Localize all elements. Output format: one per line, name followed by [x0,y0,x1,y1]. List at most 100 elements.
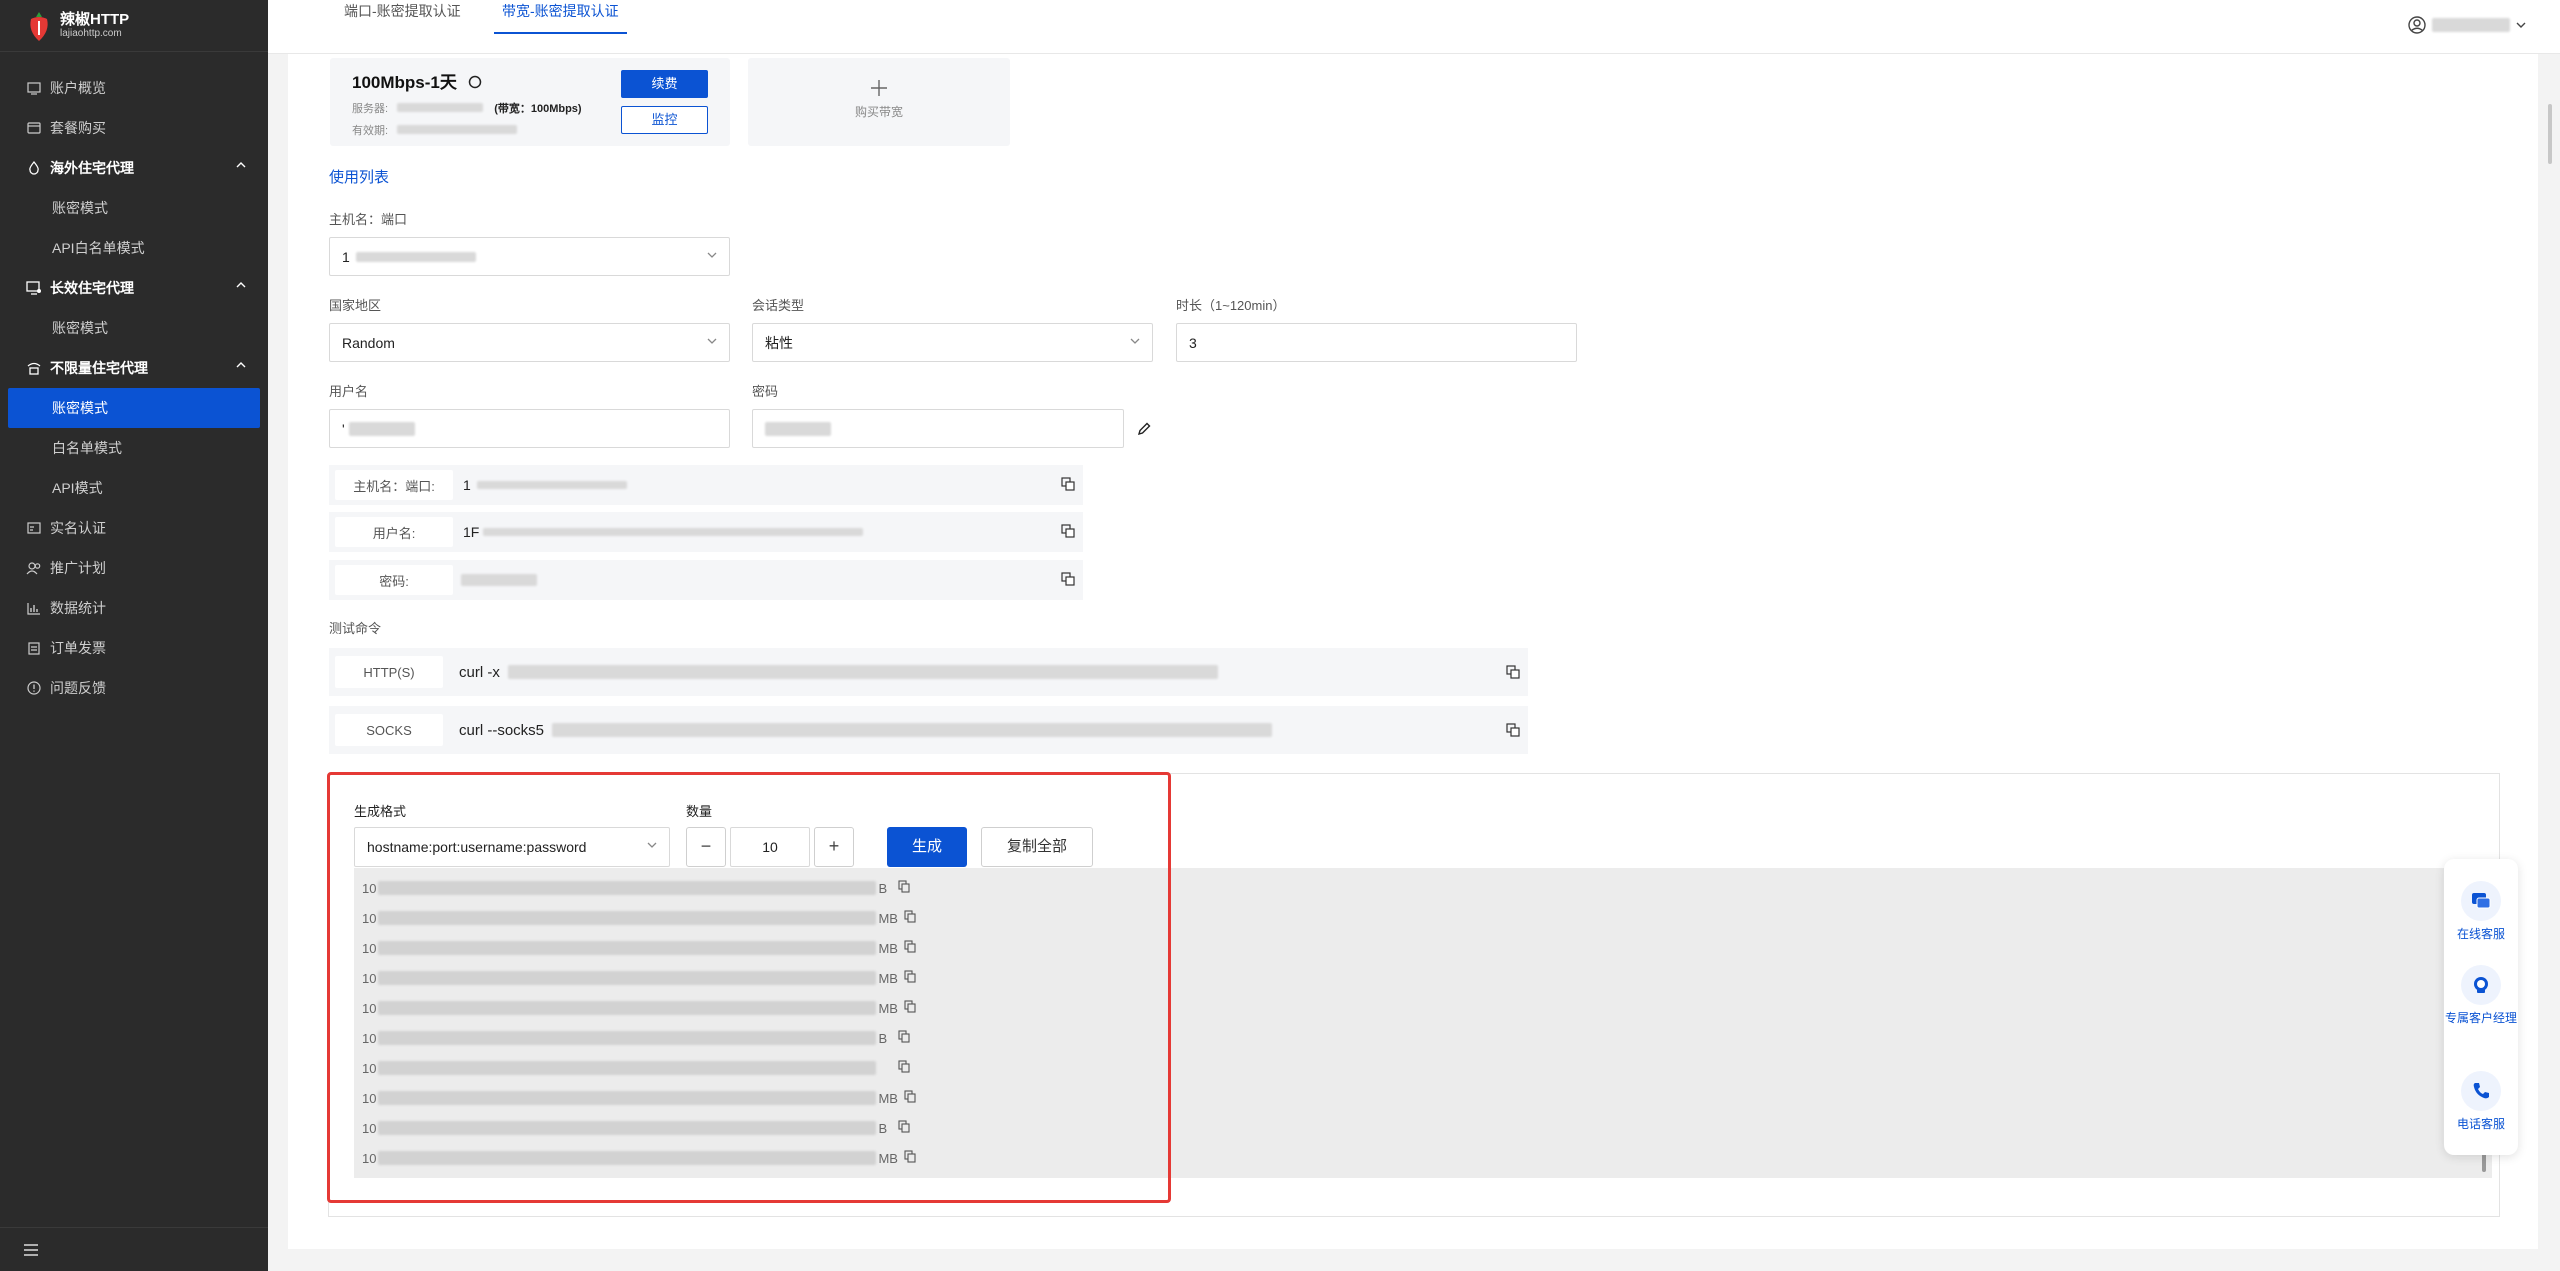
result-prefix: 10 [362,1150,377,1166]
password-input[interactable] [752,409,1124,448]
result-prefix: 10 [362,940,377,956]
sidebar-item-label: 账密模式 [52,320,108,336]
plus-icon [871,80,887,96]
copy-icon[interactable] [904,910,917,926]
sidebar-subitem-10[interactable]: API模式 [0,468,268,508]
socks-command-key: SOCKS [335,714,443,746]
sidebar-group-5[interactable]: 长效住宅代理 [0,268,268,308]
phone-service-label: 电话客服 [2456,1117,2505,1131]
user-avatar-icon [2408,16,2426,34]
copy-icon[interactable] [898,1120,911,1136]
username-info-key: 用户名: [335,517,453,547]
username-info-row: 用户名: 1F [329,512,1083,552]
sidebar-item-label: API模式 [52,480,103,496]
phone-service-button[interactable]: 电话客服 [2444,1071,2518,1133]
quantity-input[interactable]: 10 [730,827,810,867]
usage-list-link[interactable]: 使用列表 [329,166,389,187]
copy-icon[interactable] [1506,723,1520,737]
sidebar-item-label: 套餐购买 [50,120,106,136]
sidebar-item-11[interactable]: 实名认证 [0,508,268,548]
host-port-info-redacted [476,481,627,489]
host-port-select[interactable]: 1 [329,237,730,276]
sidebar-item-label: 推广计划 [50,560,106,576]
copy-icon[interactable] [904,970,917,986]
copy-icon[interactable] [904,1090,917,1106]
refresh-circle-icon[interactable] [468,75,482,89]
sidebar-item-0[interactable]: 账户概览 [0,68,268,108]
copy-icon[interactable] [898,1060,911,1076]
tab-port-auth[interactable]: 端口-账密提取认证 [344,0,461,34]
expiry-label: 有效期: [352,125,389,137]
monitor-button[interactable]: 监控 [621,106,708,134]
desktop-icon [26,280,42,296]
edit-pencil-icon[interactable] [1136,421,1152,437]
result-line: 10 MB [362,1148,917,1168]
collapse-menu-button[interactable] [0,1227,268,1271]
sidebar-group-7[interactable]: 不限量住宅代理 [0,348,268,388]
order-title: 100Mbps-1天 [352,68,482,93]
order-expiry-line: 有效期: [352,122,518,138]
username-input[interactable]: ' [329,409,730,448]
page-scrollbar[interactable] [2540,54,2560,1271]
chevron-down-icon [707,338,717,344]
result-line: 10 [362,1058,911,1078]
server-label: 服务器: [352,103,389,115]
copy-icon[interactable] [1061,524,1075,538]
user-menu[interactable] [2408,16,2526,34]
tab-bandwidth-auth[interactable]: 带宽-账密提取认证 [494,0,627,34]
sidebar-item-14[interactable]: 订单发票 [0,628,268,668]
copy-icon[interactable] [1061,572,1075,586]
session-type-select[interactable]: 粘性 [752,323,1153,362]
buy-bandwidth-label: 购买带宽 [854,105,903,119]
password-info-key: 密码: [335,565,453,595]
page-scrollbar-thumb[interactable] [2548,104,2552,164]
order-server-line: 服务器: (带宽：100Mbps) [352,100,582,116]
chili-logo-icon [30,11,48,41]
sidebar-subitem-4[interactable]: API白名单模式 [0,228,268,268]
host-port-info-key: 主机名：端口: [335,470,453,500]
online-service-button[interactable]: 在线客服 [2444,881,2518,943]
sidebar-subitem-9[interactable]: 白名单模式 [0,428,268,468]
customer-service-panel: 在线客服 专属客户经理 电话客服 [2444,859,2518,1155]
duration-input[interactable]: 3 [1176,323,1577,362]
result-suffix: MB [878,1000,898,1016]
renew-button[interactable]: 续费 [621,70,708,98]
phone-icon [2461,1071,2501,1111]
country-select[interactable]: Random [329,323,730,362]
result-suffix: MB [878,1150,898,1166]
sidebar-item-1[interactable]: 套餐购买 [0,108,268,148]
copy-icon[interactable] [1506,665,1520,679]
result-line: 10 B [362,1028,911,1048]
buy-bandwidth-button[interactable]: 购买带宽 [748,58,1010,146]
account-manager-button[interactable]: 专属客户经理 [2444,965,2518,1027]
sidebar-subitem-6[interactable]: 账密模式 [0,308,268,348]
generate-button[interactable]: 生成 [887,827,967,867]
sidebar-item-label: 数据统计 [50,600,106,616]
result-prefix: 10 [362,1090,377,1106]
sidebar-item-15[interactable]: 问题反馈 [0,668,268,708]
copy-icon[interactable] [904,1000,917,1016]
format-select[interactable]: hostname:port:username:password [354,827,670,867]
server-redacted [397,103,484,112]
quantity-decrement-button[interactable]: − [686,827,726,867]
copy-all-button[interactable]: 复制全部 [981,827,1093,867]
generator-panel: 生成格式 hostname:port:username:password 数量 … [327,772,2500,1217]
copy-icon[interactable] [898,1030,911,1046]
password-label: 密码 [752,384,779,399]
copy-icon[interactable] [1061,477,1075,491]
generated-results-area[interactable]: 10 B 10 MB 10 MB 10 MB 10 MB 10 B 10 10 MB 10 B 10 MB [354,868,2492,1178]
copy-icon[interactable] [904,1150,917,1166]
result-redacted [378,1061,877,1075]
copy-icon[interactable] [904,940,917,956]
headset-icon [2461,965,2501,1005]
socks-command-text: curl --socks5 [459,721,545,739]
brand-logo[interactable]: 辣椒HTTP lajiaohttp.com [0,0,268,52]
sidebar-subitem-3[interactable]: 账密模式 [0,188,268,228]
sidebar-group-2[interactable]: 海外住宅代理 [0,148,268,188]
sidebar-subitem-8[interactable]: 账密模式 [8,388,260,428]
sidebar-item-12[interactable]: 推广计划 [0,548,268,588]
quantity-increment-button[interactable]: + [814,827,854,867]
copy-icon[interactable] [898,880,911,896]
sidebar-item-13[interactable]: 数据统计 [0,588,268,628]
result-prefix: 10 [362,1120,377,1136]
